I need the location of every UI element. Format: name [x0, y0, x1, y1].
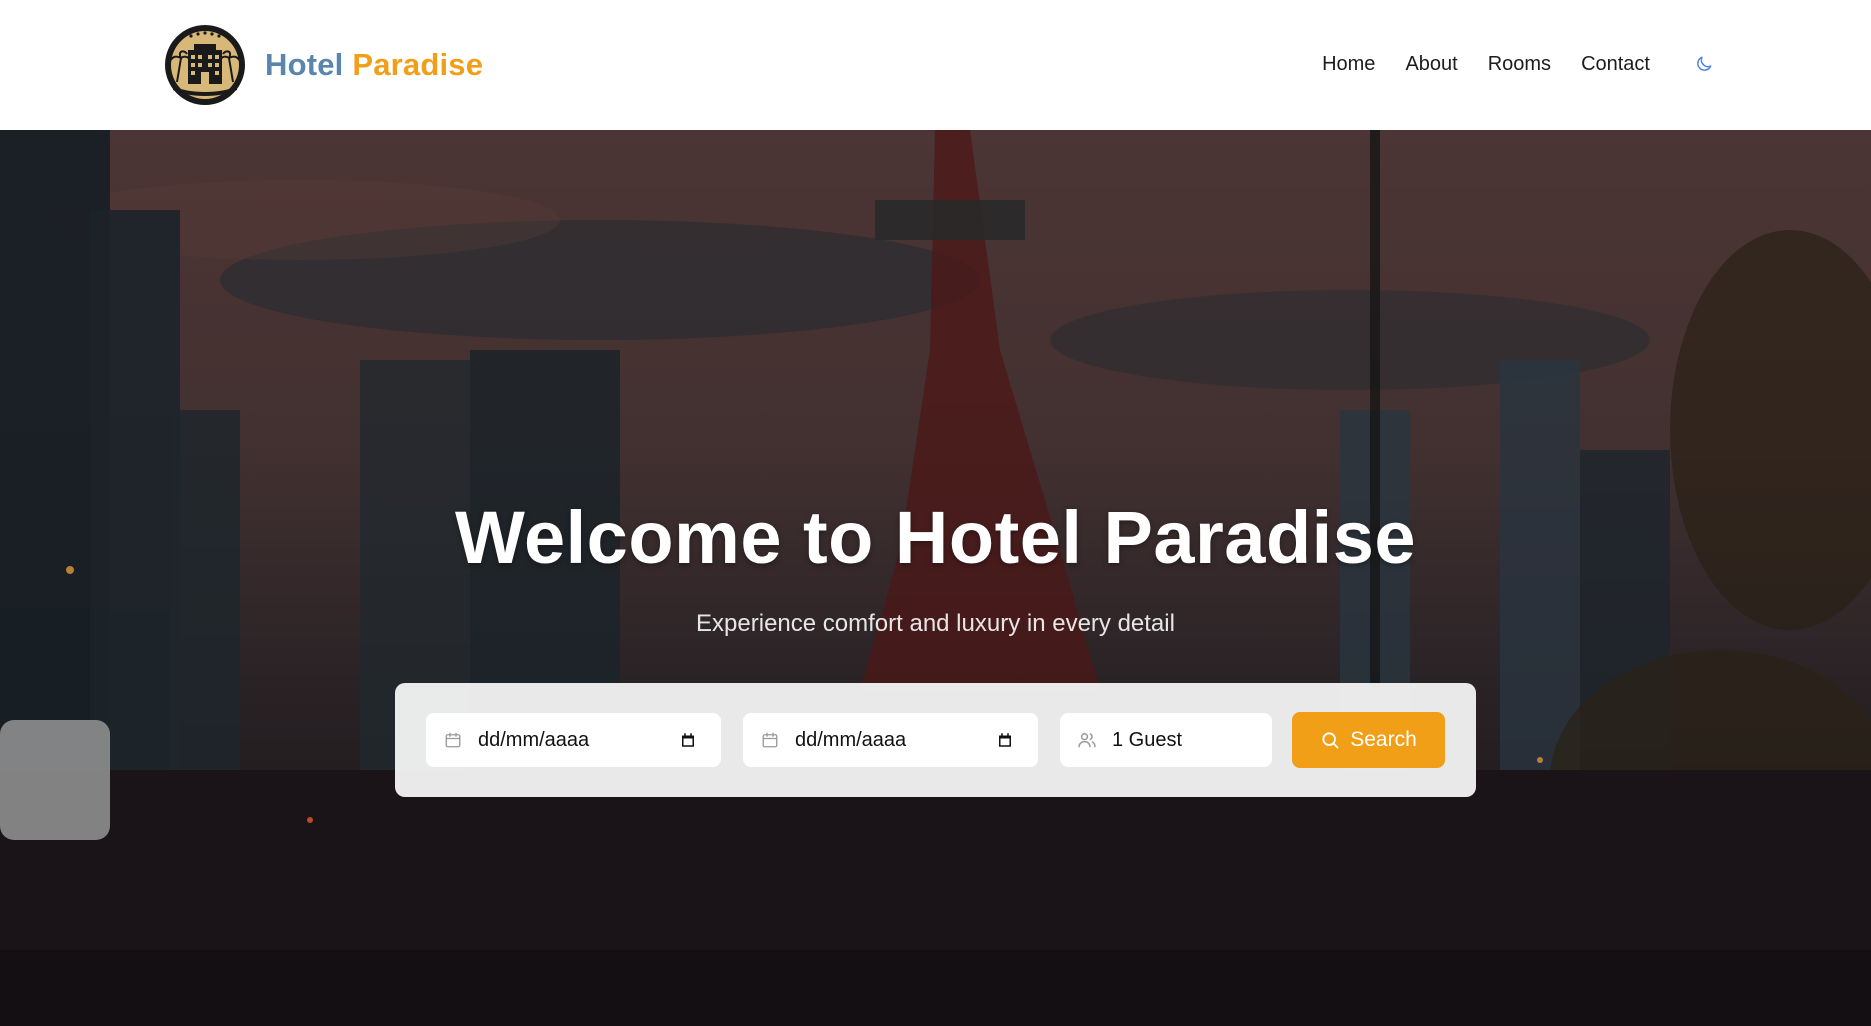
calendar-icon	[759, 729, 781, 751]
nav-home[interactable]: Home	[1322, 53, 1375, 76]
hero-section: Welcome to Hotel Paradise Experience com…	[0, 130, 1871, 1026]
theme-toggle-button[interactable]	[1690, 50, 1718, 78]
calendar-icon	[442, 729, 464, 751]
calendar-picker-icon[interactable]	[677, 729, 699, 751]
brand-name-paradise: Paradise	[352, 47, 484, 82]
main-nav: Home About Rooms Contact	[1292, 50, 1718, 78]
hero-content: Welcome to Hotel Paradise Experience com…	[0, 130, 1871, 1026]
moon-icon	[1697, 56, 1712, 71]
calendar-picker-icon[interactable]	[994, 729, 1016, 751]
checkout-date-input[interactable]: dd/mm/aaaa	[743, 713, 1038, 767]
guests-value: 1 Guest	[1112, 728, 1183, 751]
search-button-label: Search	[1350, 728, 1417, 751]
users-icon	[1076, 729, 1098, 751]
hero-title: Welcome to Hotel Paradise	[454, 496, 1417, 579]
brand-name-hotel: Hotel	[265, 47, 344, 82]
checkin-date-input[interactable]: dd/mm/aaaa	[426, 713, 721, 767]
checkin-date-value: dd/mm/aaaa	[478, 728, 590, 751]
nav-rooms[interactable]: Rooms	[1488, 53, 1551, 76]
site-header: Hotel Paradise Home About Rooms Contact	[0, 0, 1871, 130]
brand[interactable]: Hotel Paradise	[163, 24, 483, 106]
search-button[interactable]: Search	[1292, 712, 1445, 768]
guests-select[interactable]: 1 Guest	[1060, 713, 1272, 767]
nav-contact[interactable]: Contact	[1581, 53, 1650, 76]
nav-about[interactable]: About	[1405, 53, 1457, 76]
brand-name: Hotel Paradise	[265, 47, 483, 83]
search-icon	[1322, 732, 1339, 749]
booking-form: dd/mm/aaaa dd/mm/aaaa 1 Guest Search	[395, 683, 1476, 797]
hero-subtitle: Experience comfort and luxury in every d…	[696, 610, 1175, 637]
hotel-logo	[165, 25, 245, 105]
checkout-date-value: dd/mm/aaaa	[795, 728, 907, 751]
